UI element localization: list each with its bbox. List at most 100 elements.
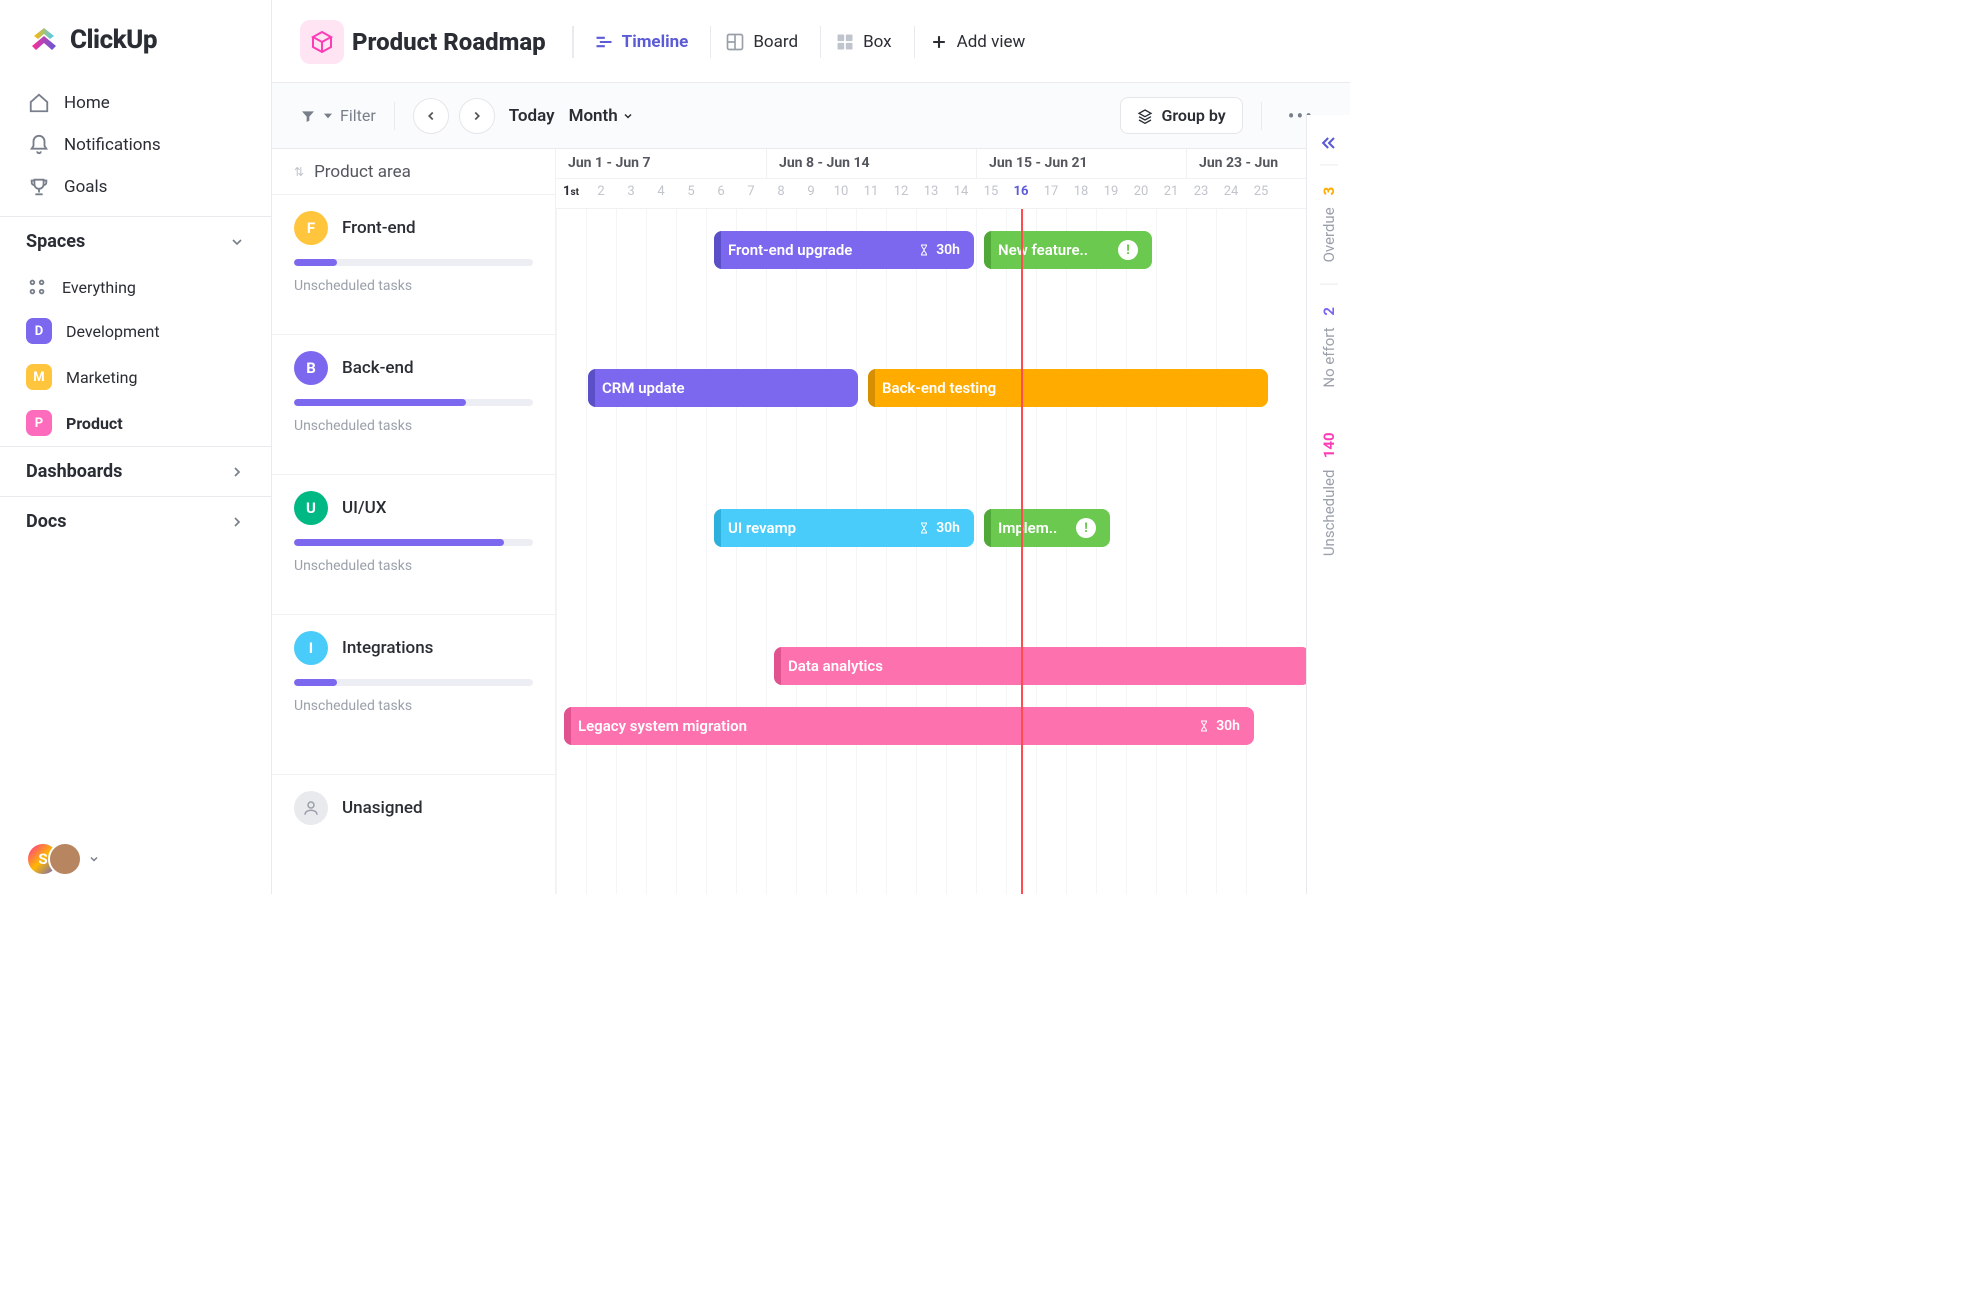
progress-bar	[294, 539, 533, 546]
rail-no-effort[interactable]: No effort 2	[1320, 284, 1338, 410]
user-menu[interactable]: S	[0, 824, 271, 894]
prev-button[interactable]	[413, 98, 449, 134]
tab-label: Timeline	[622, 32, 689, 52]
group-by-label: Group by	[1161, 106, 1225, 125]
task-hours: 30h	[1216, 718, 1240, 734]
task-hours: 30h	[936, 520, 960, 536]
day-label: 5	[676, 179, 706, 208]
day-label: 15	[976, 179, 1006, 208]
unscheduled-label[interactable]: Unscheduled tasks	[294, 418, 533, 434]
space-label: Everything	[62, 278, 136, 297]
plus-icon	[929, 32, 949, 52]
week-label: Jun 23 - Jun	[1186, 149, 1306, 178]
group-backend[interactable]: B Back-end Unscheduled tasks	[272, 335, 555, 475]
group-unassigned[interactable]: Unasigned	[272, 775, 555, 851]
today-line	[1021, 209, 1023, 894]
brand-name: ClickUp	[70, 25, 157, 55]
column-header[interactable]: ⇅ Product area	[272, 149, 555, 195]
chevron-down-icon	[622, 110, 634, 122]
week-label: Jun 15 - Jun 21	[976, 149, 1186, 178]
task-new-feature[interactable]: New feature.. !	[984, 231, 1152, 269]
task-ui-revamp[interactable]: UI revamp 30h	[714, 509, 974, 547]
task-legacy-migration[interactable]: Legacy system migration 30h	[564, 707, 1254, 745]
tab-add-view[interactable]: Add view	[914, 26, 1040, 58]
divider	[1261, 102, 1262, 130]
rail-label: No effort	[1320, 328, 1338, 388]
task-backend-testing[interactable]: Back-end testing	[868, 369, 1268, 407]
unscheduled-label[interactable]: Unscheduled tasks	[294, 558, 533, 574]
tab-box[interactable]: Box	[820, 26, 906, 58]
toolbar: Filter Today Month Group by •••	[272, 83, 1350, 149]
rail-count: 2	[1320, 307, 1338, 316]
nav-home[interactable]: Home	[12, 82, 259, 124]
day-headers: 1st2345678910111213141516171819202123242…	[556, 179, 1350, 209]
group-badge: F	[294, 211, 328, 245]
chevron-down-icon	[88, 853, 100, 865]
nav-label: Home	[64, 93, 110, 113]
timeline-grid[interactable]: Jun 1 - Jun 7 Jun 8 - Jun 14 Jun 15 - Ju…	[556, 149, 1350, 894]
logo[interactable]: ClickUp	[0, 0, 271, 74]
group-frontend[interactable]: FFront-end Unscheduled tasks	[272, 195, 555, 335]
nav-notifications[interactable]: Notifications	[12, 124, 259, 166]
task-crm-update[interactable]: CRM update	[588, 369, 858, 407]
day-label: 23	[1186, 179, 1216, 208]
task-frontend-upgrade[interactable]: Front-end upgrade 30h	[714, 231, 974, 269]
docs-header[interactable]: Docs	[0, 496, 271, 546]
dashboards-header[interactable]: Dashboards	[0, 446, 271, 496]
chevron-down-icon	[229, 234, 245, 250]
next-button[interactable]	[459, 98, 495, 134]
day-label: 12	[886, 179, 916, 208]
chevron-right-icon	[229, 464, 245, 480]
space-product[interactable]: P Product	[0, 400, 271, 446]
nav-goals[interactable]: Goals	[12, 166, 259, 208]
space-label: Marketing	[66, 368, 137, 387]
box-icon	[310, 30, 334, 54]
group-uiux[interactable]: UUI/UX Unscheduled tasks	[272, 475, 555, 615]
space-development[interactable]: D Development	[0, 308, 271, 354]
task-hours: 30h	[936, 242, 960, 258]
range-select[interactable]: Month	[569, 106, 634, 126]
space-badge: M	[26, 364, 52, 390]
task-label: Front-end upgrade	[728, 241, 852, 259]
task-label: New feature..	[998, 241, 1088, 259]
logo-icon	[28, 24, 60, 56]
task-label: Data analytics	[788, 657, 883, 675]
spaces-header[interactable]: Spaces	[0, 216, 271, 266]
group-name: Back-end	[342, 358, 414, 378]
space-badge: D	[26, 318, 52, 344]
task-data-analytics[interactable]: Data analytics	[774, 647, 1310, 685]
day-label: 21	[1156, 179, 1186, 208]
range-label: Month	[569, 106, 618, 126]
nav-label: Goals	[64, 177, 107, 197]
today-button[interactable]: Today	[509, 106, 555, 126]
right-rail: Overdue 3 No effort 2 Unscheduled 140	[1306, 115, 1350, 894]
task-implementation[interactable]: Implem.. !	[984, 509, 1110, 547]
group-name: Unasigned	[342, 798, 423, 818]
space-everything[interactable]: Everything	[0, 266, 271, 308]
rail-overdue[interactable]: Overdue 3	[1320, 164, 1338, 284]
timeline-icon	[594, 32, 614, 52]
space-marketing[interactable]: M Marketing	[0, 354, 271, 400]
day-label: 17	[1036, 179, 1066, 208]
filter-button[interactable]: Filter	[300, 106, 376, 125]
collapse-rail-button[interactable]	[1313, 127, 1345, 164]
day-label: 16	[1006, 179, 1036, 208]
tab-timeline[interactable]: Timeline	[572, 26, 703, 58]
unscheduled-label[interactable]: Unscheduled tasks	[294, 698, 533, 714]
tab-board[interactable]: Board	[710, 26, 812, 58]
unscheduled-label[interactable]: Unscheduled tasks	[294, 278, 533, 294]
day-label: 24	[1216, 179, 1246, 208]
day-label: 14	[946, 179, 976, 208]
group-by-button[interactable]: Group by	[1120, 97, 1242, 134]
group-badge: B	[294, 351, 328, 385]
day-label: 9	[796, 179, 826, 208]
group-integrations[interactable]: IIntegrations Unscheduled tasks	[272, 615, 555, 775]
rail-unscheduled[interactable]: Unscheduled 140	[1320, 410, 1338, 578]
avatar	[48, 842, 82, 876]
task-label: Legacy system migration	[578, 717, 747, 735]
dots-grid-icon	[26, 276, 48, 298]
sidebar: ClickUp Home Notifications Goals Spaces …	[0, 0, 272, 894]
day-label: 11	[856, 179, 886, 208]
space-badge: P	[26, 410, 52, 436]
week-label: Jun 8 - Jun 14	[766, 149, 976, 178]
